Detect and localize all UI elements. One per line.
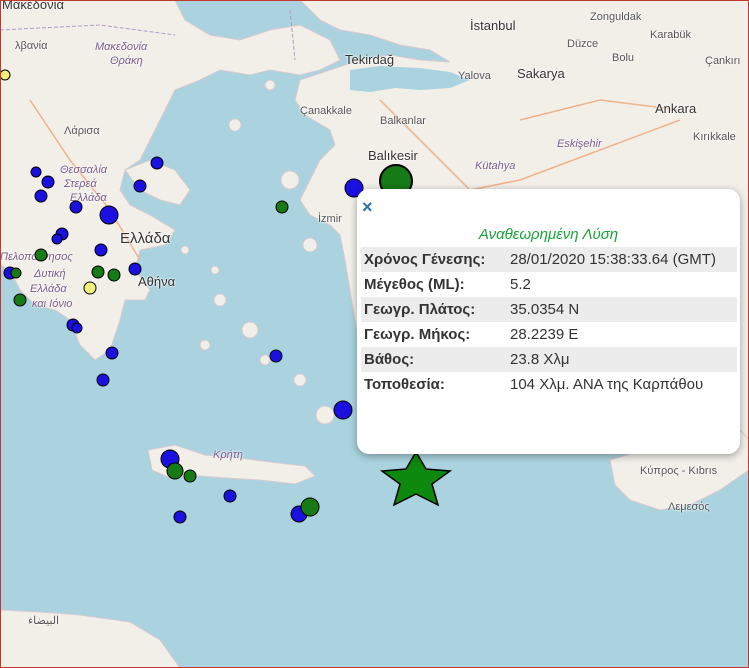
table-row: Τοποθεσία: 104 Χλμ. ΑΝΑ της Καρπάθου <box>361 372 737 397</box>
earthquake-details-table: Χρόνος Γένεσης: 28/01/2020 15:38:33.64 (G… <box>361 247 737 397</box>
quake-marker[interactable] <box>150 156 164 170</box>
quake-marker[interactable] <box>13 293 27 307</box>
quake-marker[interactable] <box>275 200 289 214</box>
quake-marker[interactable] <box>173 510 187 524</box>
quake-marker[interactable] <box>105 346 119 360</box>
row-value: 35.0354 N <box>507 297 737 322</box>
quake-marker[interactable] <box>41 175 55 189</box>
quake-marker[interactable] <box>34 248 48 262</box>
quake-marker[interactable] <box>71 322 83 334</box>
quake-marker[interactable] <box>183 469 197 483</box>
table-row: Μέγεθος (ML): 5.2 <box>361 272 737 297</box>
table-row: Γεωγρ. Μήκος: 28.2239 E <box>361 322 737 347</box>
row-key: Γεωγρ. Πλάτος: <box>361 297 507 322</box>
quake-marker[interactable] <box>300 497 320 517</box>
star-icon[interactable] <box>379 450 453 507</box>
row-key: Βάθος: <box>361 347 507 372</box>
row-value: 104 Χλμ. ΑΝΑ της Καρπάθου <box>507 372 737 397</box>
quake-marker[interactable] <box>34 189 48 203</box>
row-value: 5.2 <box>507 272 737 297</box>
row-key: Γεωγρ. Μήκος: <box>361 322 507 347</box>
quake-marker[interactable] <box>128 262 142 276</box>
earthquake-popup: × Αναθεωρημένη Λύση Χρόνος Γένεσης: 28/01… <box>357 189 740 454</box>
row-value: 28.2239 E <box>507 322 737 347</box>
popup-title: Αναθεωρημένη Λύση <box>478 226 619 243</box>
quake-marker[interactable] <box>10 267 22 279</box>
quake-marker[interactable] <box>96 373 110 387</box>
quake-marker[interactable] <box>333 400 353 420</box>
table-row: Χρόνος Γένεσης: 28/01/2020 15:38:33.64 (G… <box>361 247 737 272</box>
quake-marker[interactable] <box>99 205 119 225</box>
row-value: 28/01/2020 15:38:33.64 (GMT) <box>507 247 737 272</box>
quake-marker[interactable] <box>133 179 147 193</box>
row-key: Τοποθεσία: <box>361 372 507 397</box>
quake-marker[interactable] <box>166 462 184 480</box>
quake-marker[interactable] <box>94 243 108 257</box>
table-row: Βάθος: 23.8 Χλμ <box>361 347 737 372</box>
quake-marker[interactable] <box>30 166 42 178</box>
quake-marker[interactable] <box>0 69 11 81</box>
quake-marker[interactable] <box>107 268 121 282</box>
quake-marker[interactable] <box>69 200 83 214</box>
quake-marker[interactable] <box>91 265 105 279</box>
close-icon[interactable]: × <box>362 198 373 216</box>
quake-marker[interactable] <box>269 349 283 363</box>
table-row: Γεωγρ. Πλάτος: 35.0354 N <box>361 297 737 322</box>
quake-marker[interactable] <box>51 233 63 245</box>
row-key: Χρόνος Γένεσης: <box>361 247 507 272</box>
row-value: 23.8 Χλμ <box>507 347 737 372</box>
quake-marker[interactable] <box>83 281 97 295</box>
quake-marker[interactable] <box>223 489 237 503</box>
row-key: Μέγεθος (ML): <box>361 272 507 297</box>
